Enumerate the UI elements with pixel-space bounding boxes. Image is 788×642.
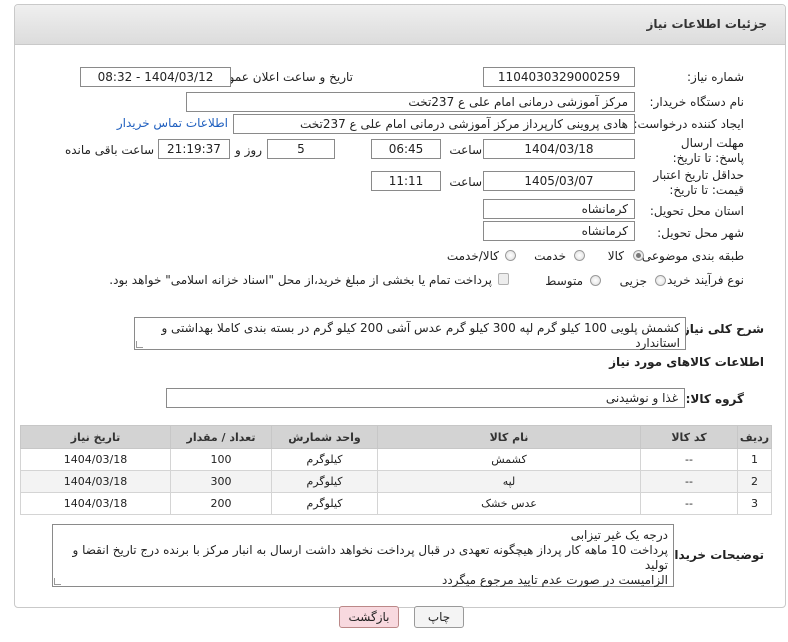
category-radio-service[interactable] [574, 250, 585, 261]
goods-group-field: غذا و نوشیدنی [166, 388, 685, 408]
announce-datetime-field: 1404/03/12 - 08:32 [80, 67, 231, 87]
validity-time-field: 11:11 [371, 171, 441, 191]
general-desc-textarea[interactable]: کشمش پلویی 100 کیلو گرم لپه 300 کیلو گرم… [134, 317, 686, 350]
purchase-option-minor-label: جزیی [619, 274, 647, 288]
col-header-item-name: نام کالا [377, 425, 641, 449]
cell-quantity: 100 [170, 448, 272, 471]
buyer-org-label: نام دستگاه خریدار: [649, 95, 745, 109]
category-option-goods-service-label: کالا/خدمت [446, 249, 499, 263]
validity-date-field: 1405/03/07 [483, 171, 635, 191]
cell-item-name: لپه [377, 470, 641, 493]
buyer-org-field: مرکز آموزشی درمانی امام علی ع 237تخت [186, 92, 635, 112]
cell-row-number: 2 [737, 470, 772, 493]
col-header-quantity: تعداد / مقدار [170, 425, 272, 449]
cell-need-date: 1404/03/18 [20, 448, 171, 471]
col-header-item-code: کد کالا [640, 425, 738, 449]
cell-row-number: 3 [737, 492, 772, 515]
category-label: طبقه بندی موضوعی: [637, 249, 744, 263]
treasury-payment-checkbox[interactable] [498, 273, 509, 285]
cell-quantity: 200 [170, 492, 272, 515]
goods-group-label: گروه کالا: [685, 392, 744, 406]
validity-hour-label: ساعت [449, 175, 482, 189]
general-desc-label: شرح کلی نیاز: [678, 322, 764, 336]
resize-grip-icon[interactable] [136, 341, 143, 348]
buyer-notes-textarea[interactable]: درجه یک غیر تیزابی پرداخت 10 ماهه کار پر… [52, 524, 674, 587]
cell-item-code: -- [640, 492, 738, 515]
delivery-city-label: شهر محل تحویل: [657, 226, 744, 240]
reply-hour-label: ساعت [449, 143, 482, 157]
cell-unit: کیلوگرم [271, 470, 378, 493]
cell-item-code: -- [640, 470, 738, 493]
resize-grip-icon[interactable] [54, 578, 61, 585]
general-desc-text: کشمش پلویی 100 کیلو گرم لپه 300 کیلو گرم… [161, 321, 680, 350]
table-row: 1 -- کشمش کیلوگرم 100 1404/03/18 [20, 448, 772, 471]
goods-info-heading: اطلاعات کالاهای مورد نیاز [609, 355, 764, 369]
col-header-row-number: ردیف [737, 425, 772, 449]
hours-remaining-label: ساعت باقی مانده [64, 143, 154, 157]
cell-item-name: کشمش [377, 448, 641, 471]
cell-unit: کیلوگرم [271, 492, 378, 515]
purchase-option-medium-label: متوسط [545, 274, 583, 288]
purchase-type-label: نوع فرآیند خرید : [659, 273, 744, 287]
treasury-payment-note: پرداخت تمام یا بخشی از مبلغ خرید،از محل … [109, 273, 492, 287]
category-radio-goods-service[interactable] [505, 250, 516, 261]
requester-field: هادی پروینی کارپرداز مرکز آموزشی درمانی … [233, 114, 635, 134]
requester-label: ایجاد کننده درخواست: [633, 117, 744, 131]
cell-item-code: -- [640, 448, 738, 471]
cell-item-name: عدس خشک [377, 492, 641, 515]
cell-row-number: 1 [737, 448, 772, 471]
buyer-notes-label: توضیحات خریدار: [662, 548, 764, 562]
table-header-row: ردیف کد کالا نام کالا واحد شمارش تعداد /… [20, 425, 772, 449]
back-button[interactable]: بازگشت [339, 606, 399, 628]
panel-header: جزئیات اطلاعات نیاز [15, 5, 785, 45]
buyer-notes-line-2: پرداخت 10 ماهه کار پرداز هیچگونه تعهدی د… [72, 543, 669, 572]
table-row: 3 -- عدس خشک کیلوگرم 200 1404/03/18 [20, 492, 772, 515]
panel-title: جزئیات اطلاعات نیاز [646, 17, 767, 31]
cell-need-date: 1404/03/18 [20, 492, 171, 515]
need-number-field: 1104030329000259 [483, 67, 635, 87]
category-radio-goods[interactable] [633, 250, 644, 261]
need-number-label: شماره نیاز: [687, 70, 744, 84]
table-row: 2 -- لپه کیلوگرم 300 1404/03/18 [20, 470, 772, 493]
cell-unit: کیلوگرم [271, 448, 378, 471]
delivery-city-field: کرمانشاه [483, 221, 635, 241]
purchase-radio-medium[interactable] [590, 275, 601, 286]
delivery-province-field: کرمانشاه [483, 199, 635, 219]
category-option-goods-label: کالا [607, 249, 624, 263]
cell-quantity: 300 [170, 470, 272, 493]
purchase-radio-minor[interactable] [655, 275, 666, 286]
buyer-notes-line-3: الزامیست در صورت عدم تایید مرجوع میگردد [442, 573, 668, 587]
buyer-notes-line-1: درجه یک غیر تیزابی [570, 528, 668, 542]
buyer-contact-link[interactable]: اطلاعات تماس خریدار [117, 116, 228, 130]
reply-time-field: 06:45 [371, 139, 441, 159]
cell-need-date: 1404/03/18 [20, 470, 171, 493]
category-option-service-label: خدمت [534, 249, 566, 263]
col-header-need-date: تاریخ نیاز [20, 425, 171, 449]
day-and-label: روز و [235, 143, 262, 157]
delivery-province-label: استان محل تحویل: [649, 204, 744, 218]
reply-date-field: 1404/03/18 [483, 139, 635, 159]
remaining-time-field: 21:19:37 [158, 139, 230, 159]
print-button[interactable]: چاپ [414, 606, 464, 628]
col-header-unit: واحد شمارش [271, 425, 378, 449]
reply-deadline-label: مهلت ارسال پاسخ: تا تاریخ: [672, 136, 744, 165]
reply-days-field: 5 [267, 139, 335, 159]
price-validity-label: حداقل تاریخ اعتبار قیمت: تا تاریخ: [653, 168, 744, 197]
goods-table: ردیف کد کالا نام کالا واحد شمارش تعداد /… [20, 425, 772, 515]
